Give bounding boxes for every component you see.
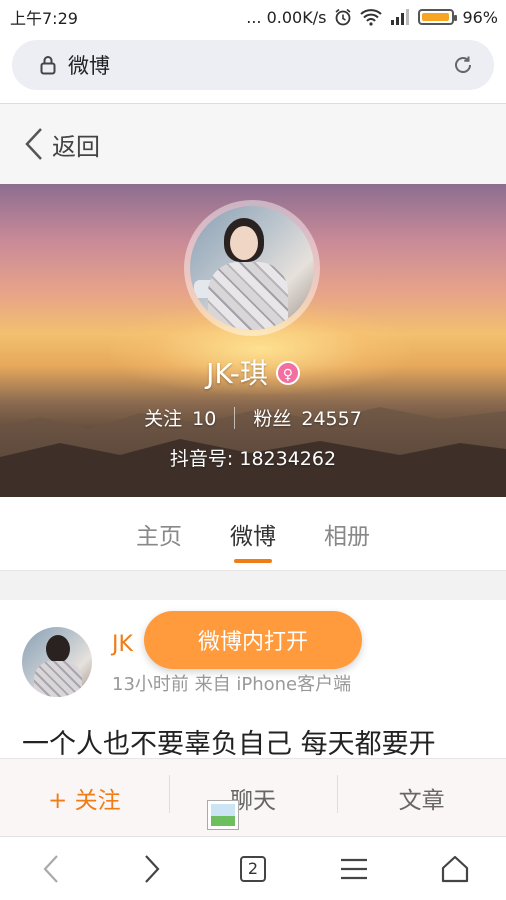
plus-icon: + (48, 787, 68, 814)
stats-divider (234, 406, 236, 429)
profile-stats: 关注 10 粉丝 24557 (0, 404, 506, 431)
chevron-left-icon (43, 854, 58, 883)
open-in-app-button[interactable]: 微博内打开 (144, 611, 362, 669)
profile-name: JK-琪 ♀ (0, 352, 506, 392)
broken-image-icon (207, 800, 239, 830)
chevron-left-icon (25, 128, 42, 160)
username: JK-琪 (206, 357, 268, 390)
alarm-icon (335, 8, 351, 26)
browser-toolbar: 微博 (0, 34, 506, 104)
page-title: 微博 (68, 54, 110, 78)
avatar-image (190, 206, 314, 330)
post-author[interactable]: JK (112, 632, 133, 657)
battery-icon (418, 9, 458, 25)
following-stat[interactable]: 关注 10 (144, 404, 216, 431)
browser-forward-button[interactable] (122, 845, 182, 893)
status-indicators: ... 0.00K/s 96% (246, 8, 498, 27)
tab-album[interactable]: 相册 (324, 497, 370, 570)
lock-icon (40, 56, 56, 75)
wifi-icon (360, 9, 383, 26)
signal-icon (391, 9, 410, 25)
douyin-id: 抖音号: 18234262 (169, 448, 337, 470)
chat-button[interactable]: 聊天 (168, 774, 338, 815)
home-button[interactable] (425, 845, 485, 893)
post-avatar[interactable] (22, 627, 92, 697)
menu-button[interactable] (324, 845, 384, 893)
post-meta: 13小时前 来自 iPhone客户端 (112, 674, 352, 695)
profile-avatar[interactable] (184, 200, 320, 336)
follow-label: 关注 (74, 787, 121, 814)
follow-button[interactable]: + 关注 (0, 781, 169, 815)
fans-label: 粉丝 (253, 408, 292, 430)
address-bar[interactable]: 微博 (12, 40, 494, 90)
battery-percent: 96% (462, 7, 498, 27)
battery-fill (422, 13, 450, 21)
chevron-right-icon (144, 854, 160, 883)
fans-stat[interactable]: 粉丝 24557 (253, 404, 361, 431)
reload-icon[interactable] (452, 54, 474, 76)
back-button[interactable]: 返回 (0, 104, 506, 184)
network-speed: ... 0.00K/s (246, 7, 327, 27)
profile-action-bar: + 关注 聊天 文章 (0, 758, 506, 836)
profile-tabs: 主页 微博 相册 (0, 497, 506, 571)
female-icon: ♀ (275, 361, 300, 385)
tab-count: 2 (239, 855, 266, 882)
tab-home[interactable]: 主页 (136, 497, 182, 570)
following-count: 10 (192, 408, 217, 430)
status-time: 上午7:29 (10, 9, 78, 28)
fans-count: 24557 (301, 408, 362, 430)
article-button[interactable]: 文章 (337, 774, 506, 815)
browser-nav-bar: 2 (0, 836, 506, 900)
following-label: 关注 (144, 408, 183, 430)
browser-back-button[interactable] (21, 845, 81, 893)
status-bar: 上午7:29 ... 0.00K/s 96% (0, 0, 506, 34)
back-label: 返回 (52, 132, 100, 161)
tabs-button[interactable]: 2 (223, 845, 283, 893)
tab-weibo[interactable]: 微博 (230, 497, 276, 570)
post-text: 一个人也不要辜负自己 每天都要开 (22, 729, 436, 760)
menu-icon (341, 858, 368, 879)
home-icon (442, 855, 469, 882)
